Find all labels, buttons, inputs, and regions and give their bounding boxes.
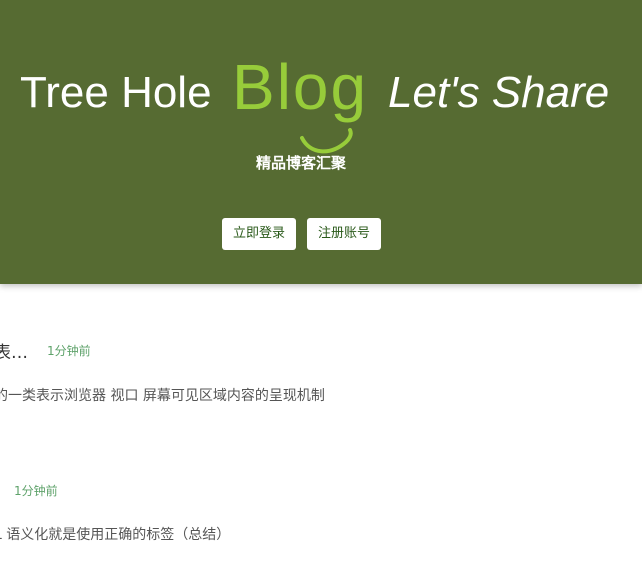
site-subtitle: 精品博客汇聚 (255, 154, 346, 172)
register-button[interactable]: 注册账号 (307, 218, 381, 250)
logo-text-right: Let's Share (388, 68, 610, 117)
logo-text-left: Tree Hole (20, 68, 212, 117)
post-title[interactable]: 表… (0, 338, 28, 363)
login-button[interactable]: 立即登录 (222, 218, 296, 250)
post-time: 1分钟前 (14, 484, 58, 498)
post-excerpt: L 语义化就是使用正确的标签（总结） (0, 527, 231, 543)
hero-banner: Tree Hole Blog Let's Share 精品博客汇聚 立即登录 注… (0, 0, 642, 284)
logo-text-blog: Blog (232, 51, 369, 123)
post-time: 1分钟前 (47, 344, 91, 358)
post-excerpt: 的一类表示浏览器 视口 屏幕可见区域内容的呈现机制 (0, 388, 325, 404)
site-logo: Tree Hole Blog Let's Share (0, 50, 642, 154)
